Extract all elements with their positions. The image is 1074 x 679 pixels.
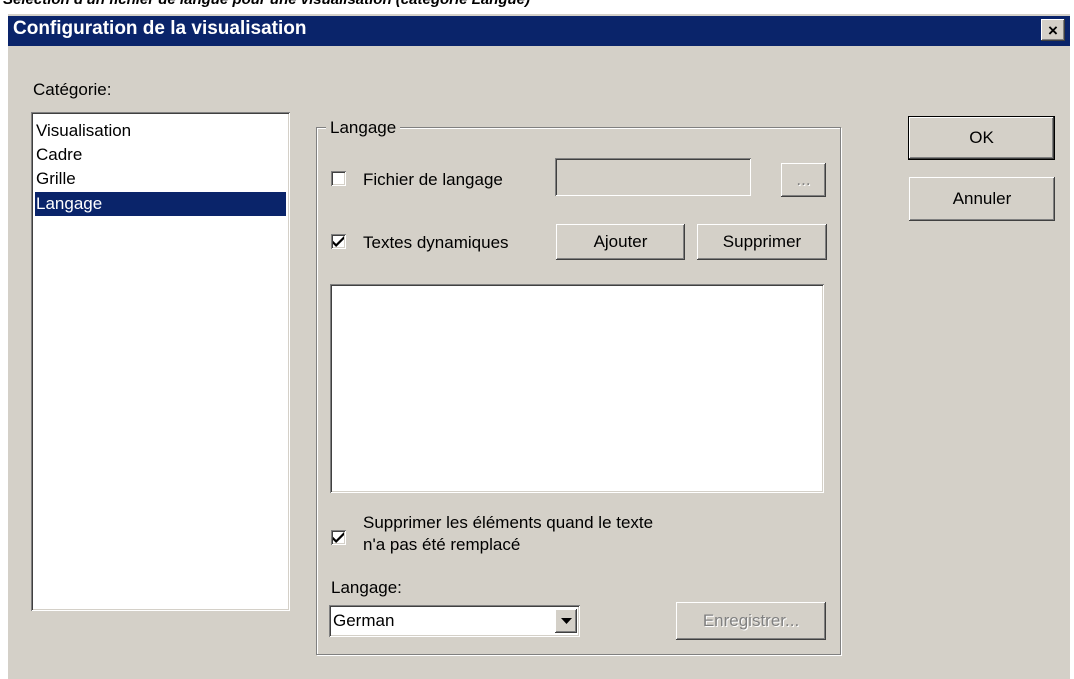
- dialog-title: Configuration de la visualisation: [13, 18, 307, 39]
- language-select-value: German: [333, 611, 395, 630]
- chevron-down-icon: [560, 617, 572, 624]
- ok-button-label: OK: [969, 128, 994, 147]
- cancel-button-label: Annuler: [952, 189, 1012, 208]
- cancel-button[interactable]: Annuler: [909, 177, 1055, 221]
- remove-button[interactable]: Supprimer: [697, 224, 827, 260]
- checkmark-icon: [333, 532, 344, 543]
- suppress-elements-label-line2: n'a pas été remplacé: [363, 535, 521, 554]
- browse-button-label: ...: [796, 170, 811, 189]
- language-select-label: Langage:: [331, 578, 402, 597]
- dynamic-texts-label: Textes dynamiques: [363, 233, 509, 252]
- category-item-grille[interactable]: Grille: [35, 167, 286, 191]
- close-button[interactable]: ×: [1041, 19, 1065, 41]
- dynamic-texts-list[interactable]: [330, 284, 824, 493]
- browse-button[interactable]: ...: [781, 163, 826, 197]
- save-button[interactable]: Enregistrer...: [676, 602, 826, 640]
- language-file-label: Fichier de langage: [363, 170, 503, 189]
- ok-button[interactable]: OK: [908, 116, 1055, 160]
- add-button-label: Ajouter: [593, 232, 648, 251]
- suppress-elements-label-line1: Supprimer les éléments quand le texte: [363, 513, 654, 532]
- category-item-visualisation[interactable]: Visualisation: [35, 119, 286, 143]
- suppress-elements-checkbox[interactable]: [331, 530, 346, 545]
- figure-caption: Sélection d'un fichier de langue pour un…: [3, 0, 530, 8]
- language-group-title: Langage: [326, 118, 401, 138]
- language-file-checkbox[interactable]: [331, 171, 346, 186]
- close-icon: ×: [1048, 20, 1058, 40]
- dynamic-texts-checkbox[interactable]: [331, 234, 346, 249]
- dropdown-button[interactable]: [555, 609, 577, 633]
- checkmark-icon: [333, 236, 344, 247]
- language-file-field[interactable]: [555, 158, 751, 196]
- save-button-label: Enregistrer...: [702, 611, 800, 630]
- remove-button-label: Supprimer: [722, 232, 802, 251]
- category-label: Catégorie:: [33, 80, 112, 99]
- category-item-cadre[interactable]: Cadre: [35, 143, 286, 167]
- category-list[interactable]: Visualisation Cadre Grille Langage: [31, 112, 290, 611]
- category-item-langage[interactable]: Langage: [35, 192, 286, 216]
- add-button[interactable]: Ajouter: [556, 224, 685, 260]
- language-select[interactable]: German: [329, 605, 580, 637]
